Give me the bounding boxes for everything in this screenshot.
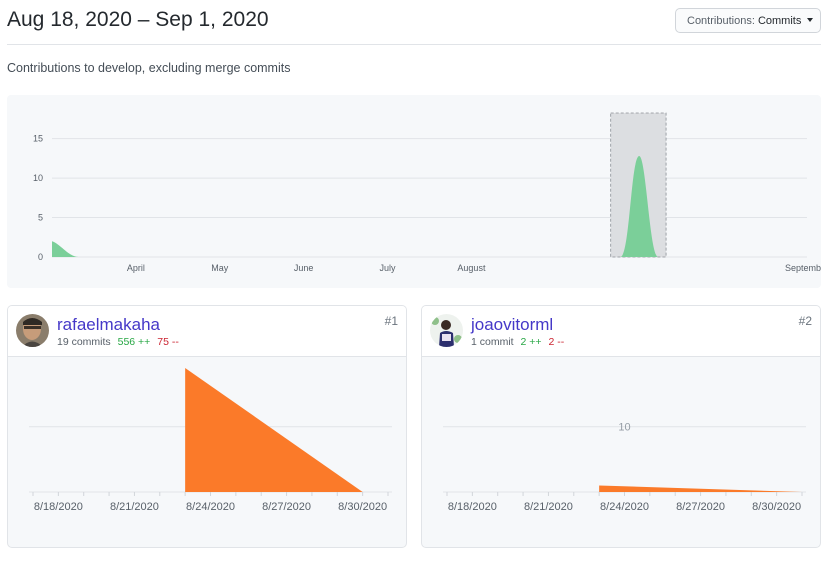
x-tick-label: 8/18/2020 (448, 501, 497, 513)
x-tick-label: 8/21/2020 (110, 501, 159, 513)
y-tick-label: 5 (38, 213, 43, 223)
page-title: Aug 18, 2020 – Sep 1, 2020 (7, 8, 269, 31)
contributor-chart: 10 8/18/2020 8/21/2020 8/24/2020 8/27/2020 8/… (443, 422, 806, 513)
contributor-card: joaovitorml 1 commit 2 ++ 2 -- #2 10 8/18… (421, 305, 821, 548)
commit-area (185, 368, 363, 492)
x-tick-label: August (457, 263, 486, 273)
x-tick-label: September (785, 263, 821, 273)
contributor-stats: 19 commits 556 ++ 75 -- (57, 336, 179, 348)
caret-down-icon (807, 18, 814, 23)
x-tick-label: April (127, 263, 145, 273)
deletions-count: 75 -- (157, 336, 179, 348)
x-tick-label: 8/30/2020 (752, 501, 801, 513)
overview-chart[interactable]: 0 5 10 15 April May June July August September (7, 95, 821, 288)
contributor-header: joaovitorml 1 commit 2 ++ 2 -- #2 (422, 306, 820, 357)
commit-count: 19 commits (57, 336, 111, 348)
y-tick-label: 15 (33, 134, 43, 144)
contributor-chart: 8/18/2020 8/21/2020 8/24/2020 8/27/2020 8/30… (29, 368, 392, 513)
contributor-rank: #2 (798, 314, 812, 328)
contributor-name-link[interactable]: joaovitorml (471, 315, 553, 335)
contributor-header: rafaelmakaha 19 commits 556 ++ 75 -- #1 (8, 306, 406, 357)
deletions-count: 2 -- (548, 336, 565, 348)
contributor-card: rafaelmakaha 19 commits 556 ++ 75 -- #1 … (7, 305, 407, 548)
additions-count: 2 ++ (520, 336, 542, 348)
y-tick-label: 10 (618, 422, 630, 434)
contributor-rank: #1 (384, 314, 398, 328)
avatar[interactable] (430, 314, 463, 347)
x-tick-label: July (380, 263, 397, 273)
additions-count: 556 ++ (117, 336, 151, 348)
x-tick-label: 8/18/2020 (34, 501, 83, 513)
commit-area-series (52, 241, 79, 257)
dropdown-value: Commits (757, 15, 802, 27)
x-tick-label: May (211, 263, 229, 273)
header-divider (7, 44, 821, 45)
x-tick-label: 8/27/2020 (262, 501, 311, 513)
x-tick-label: 8/24/2020 (186, 501, 235, 513)
dropdown-label: Contributions: (687, 15, 755, 27)
x-tick-label: June (294, 263, 314, 273)
avatar[interactable] (16, 314, 49, 347)
x-tick-label: 8/30/2020 (338, 501, 387, 513)
contributor-stats: 1 commit 2 ++ 2 -- (471, 336, 564, 348)
y-tick-label: 0 (38, 252, 43, 262)
overview-chart-svg: 0 5 10 15 April May June July August September (33, 112, 821, 273)
x-tick-label: 8/27/2020 (676, 501, 725, 513)
x-tick-label: 8/24/2020 (600, 501, 649, 513)
y-tick-label: 10 (33, 173, 43, 183)
contributions-dropdown[interactable]: Contributions: Commits (675, 8, 821, 33)
x-tick-label: 8/21/2020 (524, 501, 573, 513)
contributor-name-link[interactable]: rafaelmakaha (57, 315, 160, 335)
commit-area (599, 485, 802, 492)
commit-count: 1 commit (471, 336, 514, 348)
page-subtitle: Contributions to develop, excluding merg… (7, 61, 291, 75)
